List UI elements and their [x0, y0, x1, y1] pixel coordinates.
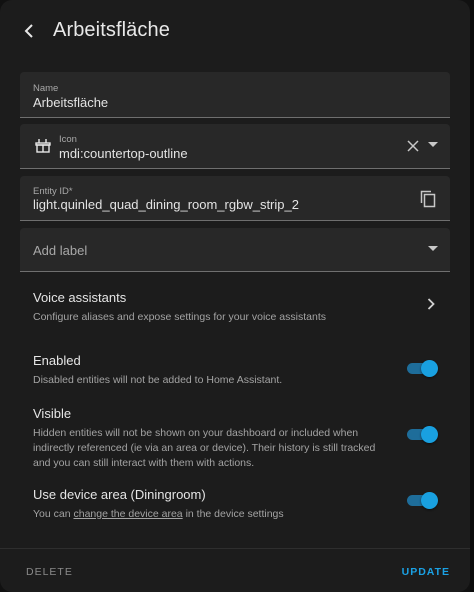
arrow-left-icon	[24, 24, 33, 38]
name-field[interactable]: Name Arbeitsfläche	[20, 72, 450, 118]
visible-row: Visible Hidden entities will not be show…	[33, 406, 450, 471]
visible-subtitle-line: Hidden entities will not be shown on you…	[33, 427, 359, 439]
dropdown-arrow-icon[interactable]	[428, 142, 438, 148]
back-button[interactable]	[14, 17, 46, 45]
voice-assistants-subtitle: Configure aliases and expose settings fo…	[33, 311, 326, 323]
voice-assistants-row[interactable]: Voice assistants Configure aliases and e…	[33, 290, 450, 330]
page-edge	[470, 0, 474, 592]
visible-title: Visible	[33, 406, 72, 421]
visible-subtitle-line: indirectly referenced (ie via an area or…	[33, 442, 376, 454]
icon-picker-field[interactable]: Icon mdi:countertop-outline	[20, 124, 450, 169]
chevron-right-icon	[427, 298, 435, 310]
name-field-label: Name	[33, 83, 59, 94]
dialog-header: Arbeitsfläche	[0, 0, 470, 62]
delete-button[interactable]: DELETE	[26, 566, 73, 578]
icon-field-value[interactable]: mdi:countertop-outline	[59, 146, 188, 161]
device-area-text: You can	[33, 508, 74, 520]
visible-subtitle: Hidden entities will not be shown on you…	[33, 426, 450, 471]
name-field-value[interactable]: Arbeitsfläche	[33, 95, 108, 110]
toggle-knob	[421, 360, 438, 377]
device-area-title: Use device area (Diningroom)	[33, 487, 206, 502]
change-device-area-link[interactable]: change the device area	[73, 508, 182, 520]
visible-toggle[interactable]	[407, 426, 439, 443]
entity-settings-dialog: Arbeitsfläche Name Arbeitsfläche Icon md…	[0, 0, 470, 592]
toggle-knob	[421, 426, 438, 443]
voice-assistants-title: Voice assistants	[33, 290, 127, 305]
clear-icon[interactable]	[406, 139, 420, 153]
device-area-text: in the device settings	[182, 508, 284, 520]
entity-id-value[interactable]: light.quinled_quad_dining_room_rgbw_stri…	[33, 197, 299, 212]
device-area-toggle[interactable]	[407, 492, 439, 509]
add-label-field[interactable]: Add label	[20, 228, 450, 272]
entity-id-field[interactable]: Entity ID* light.quinled_quad_dining_roo…	[20, 176, 450, 221]
enabled-title: Enabled	[33, 353, 81, 368]
toggle-knob	[421, 492, 438, 509]
dialog-title: Arbeitsfläche	[53, 19, 170, 41]
device-area-row: Use device area (Diningroom) You can cha…	[33, 487, 450, 522]
dropdown-arrow-icon[interactable]	[428, 246, 438, 252]
entity-id-label: Entity ID*	[33, 186, 73, 197]
enabled-row: Enabled Disabled entities will not be ad…	[33, 353, 450, 388]
add-label-placeholder: Add label	[33, 243, 88, 258]
enabled-subtitle: Disabled entities will not be added to H…	[33, 374, 283, 386]
device-area-subtitle: You can change the device area in the de…	[33, 507, 450, 522]
update-button[interactable]: UPDATE	[402, 566, 450, 578]
icon-field-label: Icon	[59, 134, 77, 145]
enabled-toggle[interactable]	[407, 360, 439, 377]
dialog-footer: DELETE UPDATE	[0, 548, 470, 592]
visible-subtitle-line: and you can still interact with them wit…	[33, 457, 255, 469]
copy-icon[interactable]	[420, 190, 436, 208]
countertop-outline-icon	[35, 139, 51, 153]
